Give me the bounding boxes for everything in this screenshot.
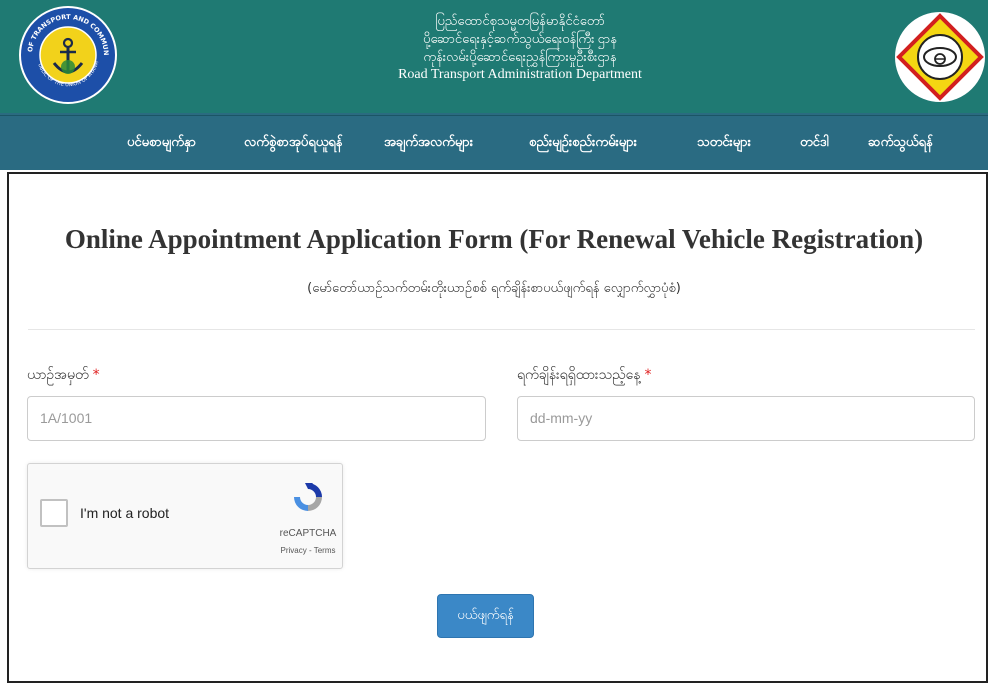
recaptcha-checkbox[interactable] [40, 499, 68, 527]
nav-home[interactable]: ပင်မစာမျက်နှာ [127, 134, 196, 153]
appointment-date-label: ရက်ချိန်းရရှိထားသည့်နေ့ * [517, 365, 651, 386]
header-title: ပြည်ထောင်စုသမ္မတမြန်မာနိုင်ငံတော် ပို့ဆေ… [330, 12, 710, 84]
vehicle-number-label: ယာဉ်အမှတ် * [27, 365, 100, 386]
header-title-line-3: ကုန်းလမ်းပို့ဆောင်ရေးညွှန်ကြားမှုဦးစီးဌာ… [423, 49, 617, 64]
vehicle-number-label-text: ယာဉ်အမှတ် [27, 367, 89, 383]
ministry-logo: MINISTRY OF TRANSPORT AND COMMUNICATIONS… [15, 0, 118, 105]
header-title-english: Road Transport Administration Department [398, 67, 642, 82]
nav-information[interactable]: အချက်အလက်များ [384, 134, 473, 153]
page-subtitle: (မော်တော်ယာဉ်သက်တမ်းတိုးယာဉ်စစ် ရက်ချိန်… [307, 281, 681, 296]
required-mark: * [644, 367, 652, 383]
page-title: Online Appointment Application Form (For… [64, 224, 924, 254]
cancel-submit-button[interactable]: ပယ်ဖျက်ရန် [437, 594, 534, 638]
recaptcha-privacy-terms[interactable]: Privacy - Terms [273, 546, 343, 555]
rtad-logo [893, 10, 988, 105]
appointment-date-label-text: ရက်ချိန်းရရှိထားသည့်နေ့ [517, 367, 641, 383]
recaptcha-label: I'm not a robot [80, 505, 170, 521]
main-nav: ပင်မစာမျက်နှာ လက်စွဲစာအုပ်ရယူရန် အချက်အလ… [0, 115, 988, 170]
required-mark: * [92, 367, 100, 383]
nav-news[interactable]: သတင်းများ [697, 134, 751, 153]
recaptcha-widget: I'm not a robot reCAPTCHA Privacy - Term… [27, 463, 343, 569]
header-title-line-2: ပို့ဆောင်ရေးနှင့်ဆက်သွယ်ရေးဝန်ကြီး ဌာန [423, 31, 617, 46]
vehicle-number-input[interactable] [27, 396, 486, 441]
recaptcha-logo: reCAPTCHA Privacy - Terms [273, 476, 343, 566]
nav-contact[interactable]: ဆက်သွယ်ရန် [868, 134, 933, 153]
section-divider [28, 329, 975, 330]
header-title-line-1: ပြည်ထောင်စုသမ္မတမြန်မာနိုင်ငံတော် [435, 13, 605, 28]
site-header: MINISTRY OF TRANSPORT AND COMMUNICATIONS… [0, 0, 988, 115]
appointment-date-input[interactable] [517, 396, 975, 441]
nav-manual-download[interactable]: လက်စွဲစာအုပ်ရယူရန် [244, 134, 343, 153]
nav-rules[interactable]: စည်းမျဉ်းစည်းကမ်းများ [529, 134, 637, 153]
nav-tender[interactable]: တင်ဒါ [800, 134, 829, 153]
recaptcha-brand: reCAPTCHA [279, 528, 337, 539]
recaptcha-icon [294, 483, 322, 511]
